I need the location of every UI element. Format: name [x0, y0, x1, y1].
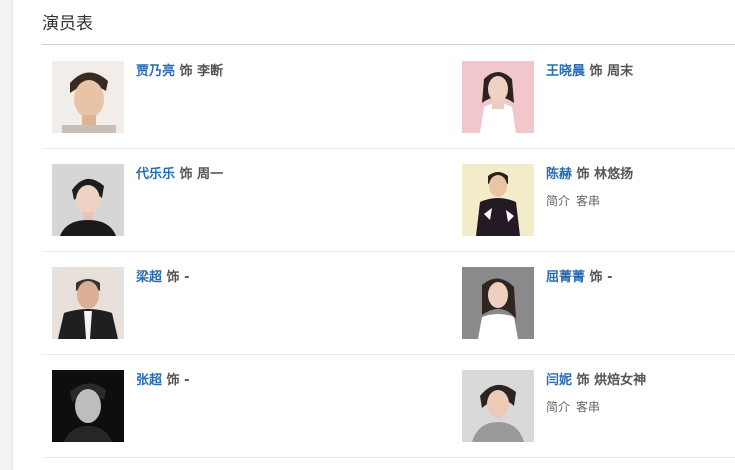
- actor-photo[interactable]: [462, 164, 534, 236]
- actor-photo[interactable]: [52, 61, 124, 133]
- actor-name-link[interactable]: 张超: [136, 373, 162, 388]
- title-divider: [42, 44, 735, 45]
- as-label: 饰: [179, 64, 193, 79]
- role-name: -: [607, 270, 613, 285]
- actor-photo[interactable]: [52, 164, 124, 236]
- as-label: 饰: [166, 373, 180, 388]
- actor-photo[interactable]: [52, 267, 124, 339]
- actor-name-link[interactable]: 王晓晨: [546, 64, 585, 79]
- section-title: 演员表: [42, 14, 93, 34]
- as-label: 饰: [589, 64, 603, 79]
- as-label: 饰: [576, 373, 590, 388]
- role-name: 周末: [607, 64, 634, 79]
- left-gutter: [0, 0, 13, 470]
- as-label: 饰: [576, 167, 590, 182]
- cast-card: 张超 饰 -: [52, 370, 352, 450]
- row-divider: [42, 457, 735, 458]
- role-name: 烘焙女神: [594, 373, 647, 388]
- cameo-link[interactable]: 客串: [576, 194, 600, 208]
- cast-card: 闫妮 饰 烘焙女神 简介 客串: [462, 370, 735, 450]
- actor-photo[interactable]: [462, 370, 534, 442]
- cameo-link[interactable]: 客串: [576, 400, 600, 414]
- cast-card: 王晓晨 饰 周末: [462, 61, 735, 141]
- actor-name-link[interactable]: 梁超: [136, 270, 162, 285]
- actor-name-link[interactable]: 陈赫: [546, 167, 572, 182]
- actor-name-link[interactable]: 贾乃亮: [136, 64, 175, 79]
- cast-card: 屈菁菁 饰 -: [462, 267, 735, 347]
- role-name: -: [184, 270, 190, 285]
- actor-name-link[interactable]: 闫妮: [546, 373, 572, 388]
- actor-photo[interactable]: [52, 370, 124, 442]
- cast-card: 代乐乐 饰 周一: [52, 164, 352, 244]
- cast-card: 梁超 饰 -: [52, 267, 352, 347]
- row-divider: [42, 251, 735, 252]
- role-name: 周一: [197, 167, 224, 182]
- actor-name-link[interactable]: 代乐乐: [136, 167, 175, 182]
- actor-photo[interactable]: [462, 61, 534, 133]
- cast-card: 贾乃亮 饰 李断: [52, 61, 352, 141]
- role-name: 李断: [197, 64, 224, 79]
- actor-photo[interactable]: [462, 267, 534, 339]
- intro-link[interactable]: 简介: [546, 400, 570, 414]
- as-label: 饰: [166, 270, 180, 285]
- row-divider: [42, 148, 735, 149]
- as-label: 饰: [179, 167, 193, 182]
- role-name: 林悠扬: [594, 167, 634, 182]
- intro-link[interactable]: 简介: [546, 194, 570, 208]
- as-label: 饰: [589, 270, 603, 285]
- cast-card: 陈赫 饰 林悠扬 简介 客串: [462, 164, 735, 244]
- actor-name-link[interactable]: 屈菁菁: [546, 270, 585, 285]
- row-divider: [42, 354, 735, 355]
- role-name: -: [184, 373, 190, 388]
